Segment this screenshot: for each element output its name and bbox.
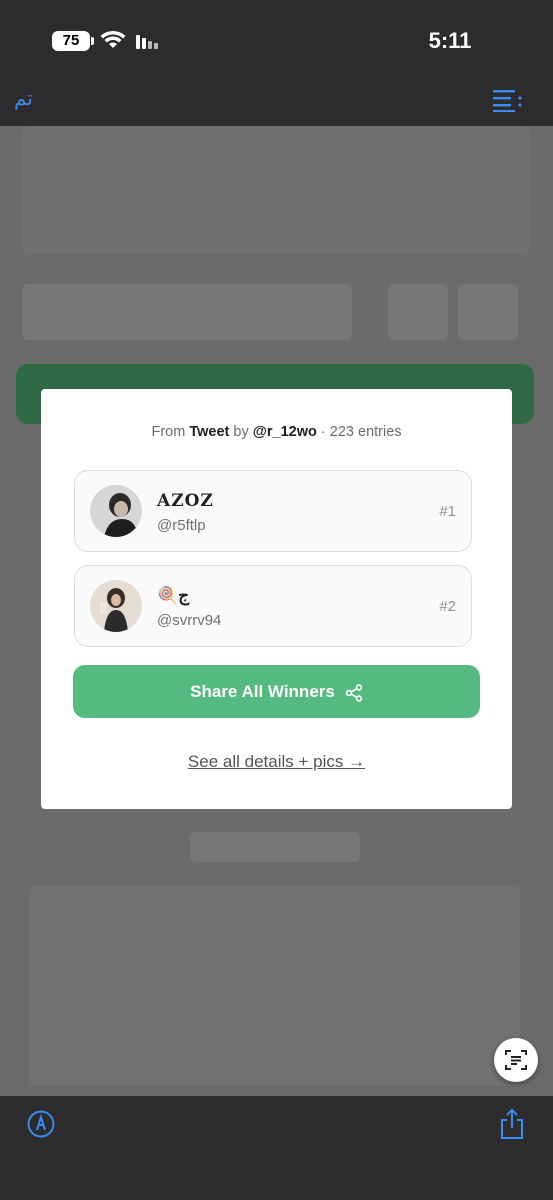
winner-name: 🍭ج	[157, 586, 190, 606]
blurred-card	[22, 126, 530, 254]
top-toolbar: تم	[0, 78, 553, 126]
source-label: Tweet	[189, 424, 230, 440]
winner-rank: #2	[439, 598, 456, 615]
blurred-button	[388, 284, 448, 340]
wifi-icon	[100, 30, 126, 48]
share-nodes-icon	[345, 683, 363, 702]
avatar	[90, 580, 142, 632]
battery-indicator: 75	[52, 31, 94, 51]
status-time: 5:11	[428, 28, 472, 53]
from-label: From	[151, 424, 186, 440]
blurred-text	[190, 832, 360, 862]
bottom-toolbar	[0, 1096, 553, 1200]
entries-count: · 223 entries	[320, 424, 402, 440]
blurred-button	[458, 284, 518, 340]
share-sheet-icon[interactable]	[499, 1108, 525, 1140]
winner-handle: @r5ftlp	[157, 517, 206, 534]
blurred-section	[30, 886, 520, 1086]
winner-card-1[interactable]: AZOZ @r5ftlp #1	[74, 470, 472, 552]
share-all-winners-label: Share All Winners	[190, 682, 335, 701]
cellular-signal-icon	[136, 35, 158, 49]
live-text-button[interactable]	[494, 1038, 538, 1082]
avatar	[90, 485, 142, 537]
list-bullet-icon[interactable]	[493, 88, 523, 112]
done-button[interactable]: تم	[14, 86, 33, 110]
entries-summary: From Tweet by @r_12wo · 223 entries	[41, 424, 512, 440]
see-all-details-link[interactable]: See all details + pics →	[41, 752, 512, 772]
share-all-winners-button[interactable]: Share All Winners	[73, 665, 480, 718]
blurred-input	[22, 284, 352, 340]
author-handle: @r_12wo	[252, 424, 317, 440]
status-bar: 75 5:11	[0, 0, 553, 78]
winner-card-2[interactable]: 🍭ج @svrrv94 #2	[74, 565, 472, 647]
winner-handle: @svrrv94	[157, 612, 222, 629]
live-text-icon	[505, 1050, 527, 1070]
by-label: by	[233, 424, 249, 440]
markup-pen-icon[interactable]	[27, 1110, 55, 1138]
winner-rank: #1	[439, 503, 456, 520]
winner-name: AZOZ	[157, 491, 214, 511]
